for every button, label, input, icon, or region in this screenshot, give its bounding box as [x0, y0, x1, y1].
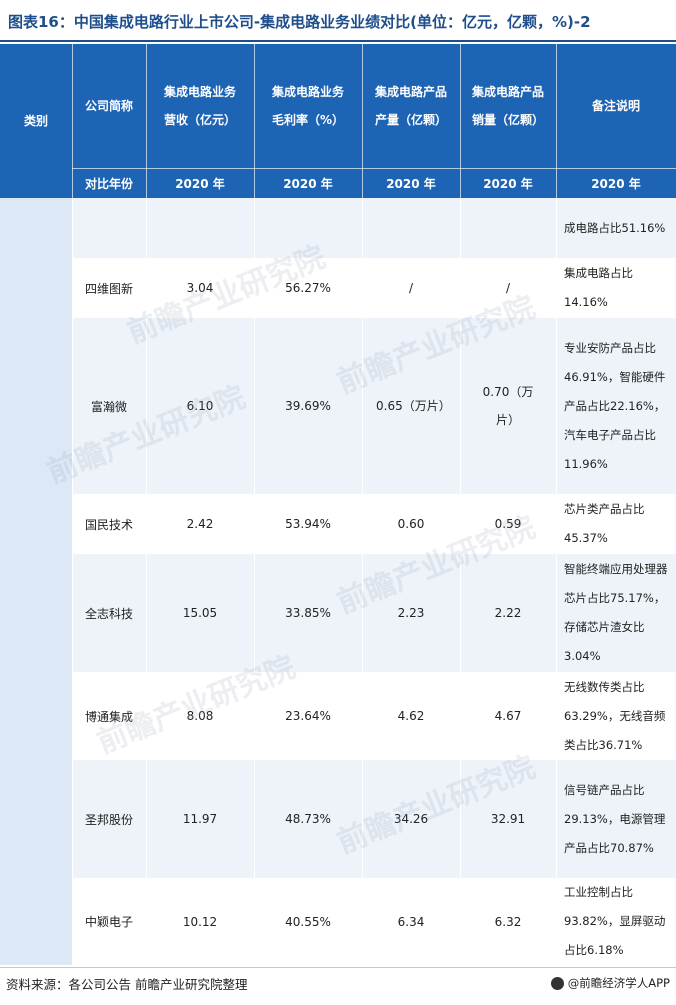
- note-cell: 集成电路占比14.16%: [564, 266, 633, 309]
- output-cell: 0.65（万片）: [376, 399, 451, 413]
- company-cell: 圣邦股份: [84, 812, 133, 827]
- note-cell: 无线数传类占比63.29%，无线音频类占比36.71%: [564, 679, 666, 752]
- header-sales: 集成电路产品销量（亿颗）: [471, 85, 544, 127]
- header-year-output: 2020 年: [386, 176, 436, 191]
- brand-text: @前瞻经济学人APP: [567, 976, 670, 990]
- sales-cell: 0.70（万片）: [482, 385, 534, 427]
- margin-cell: 23.64%: [285, 709, 331, 723]
- revenue-cell: 10.12: [182, 914, 218, 929]
- company-cell: 国民技术: [84, 517, 133, 532]
- revenue-cell: 3.04: [186, 281, 214, 295]
- header-subrow-divider: [72, 168, 676, 169]
- title-divider: [0, 40, 676, 42]
- company-cell: 全志科技: [84, 606, 133, 621]
- column-divider: [556, 198, 557, 965]
- table-row: 成电路占比51.16%: [72, 198, 676, 258]
- output-cell: 6.34: [397, 914, 425, 929]
- header-divider: [72, 44, 73, 198]
- sales-cell: 0.59: [494, 517, 522, 531]
- sales-cell: 6.32: [494, 914, 522, 929]
- header-revenue: 集成电路业务营收（亿元）: [163, 85, 236, 127]
- output-cell: 2.23: [397, 606, 425, 620]
- header-divider: [556, 44, 557, 198]
- output-cell: /: [408, 281, 414, 295]
- header-output: 集成电路产品产量（亿颗）: [374, 85, 447, 127]
- revenue-cell: 15.05: [182, 606, 218, 620]
- margin-cell: 33.85%: [285, 606, 331, 620]
- header-margin: 集成电路业务毛利率（%）: [271, 85, 345, 127]
- header-category: 类别: [23, 114, 48, 128]
- category-column: [0, 198, 72, 965]
- note-cell: 芯片类产品占比45.37%: [564, 502, 645, 545]
- table-row: 圣邦股份 11.97 48.73% 34.26 32.91 信号链产品占比29.…: [72, 760, 676, 878]
- footer-divider: [0, 967, 676, 968]
- margin-cell: 56.27%: [285, 281, 331, 295]
- sales-cell: /: [505, 281, 511, 295]
- output-cell: 4.62: [397, 709, 425, 723]
- output-cell: 34.26: [393, 812, 429, 826]
- output-cell: 0.60: [397, 517, 425, 531]
- note-cell: 成电路占比51.16%: [564, 220, 666, 235]
- margin-cell: [254, 198, 362, 258]
- sales-cell: 32.91: [490, 812, 526, 826]
- company-cell: 四维图新: [84, 281, 133, 296]
- table-row: 全志科技 15.05 33.85% 2.23 2.22 智能终端应用处理器芯片占…: [72, 554, 676, 672]
- header-compare-year: 对比年份: [84, 176, 133, 191]
- margin-cell: 39.69%: [285, 399, 331, 413]
- header-divider: [460, 44, 461, 198]
- revenue-cell: 11.97: [182, 812, 218, 826]
- company-cell: 富瀚微: [90, 399, 127, 414]
- sales-cell: 2.22: [494, 606, 522, 620]
- note-cell: 信号链产品占比29.13%，电源管理产品占比70.87%: [564, 782, 666, 855]
- source-note: 资料来源：各公司公告 前瞻产业研究院整理: [6, 977, 248, 992]
- column-divider: [460, 198, 461, 965]
- header-company: 公司简称: [84, 99, 133, 113]
- table-row: 四维图新 3.04 56.27% / / 集成电路占比14.16%: [72, 258, 676, 318]
- header-notes: 备注说明: [591, 99, 640, 113]
- column-divider: [362, 198, 363, 965]
- margin-cell: 40.55%: [285, 914, 331, 929]
- note-cell: 工业控制占比93.82%，显屏驱动占比6.18%: [564, 885, 666, 957]
- table-row: 中颖电子 10.12 40.55% 6.34 6.32 工业控制占比93.82%…: [72, 878, 676, 965]
- header-year-revenue: 2020 年: [175, 176, 225, 191]
- brand-label: @前瞻经济学人APP: [550, 975, 670, 991]
- sales-cell: [460, 198, 556, 258]
- company-cell: 中颖电子: [84, 915, 133, 929]
- chart-title: 图表16：中国集成电路行业上市公司-集成电路业务业绩对比(单位：亿元，亿颗，%)…: [8, 13, 591, 31]
- company-cell: 博通集成: [84, 709, 133, 724]
- revenue-cell: 8.08: [186, 709, 214, 723]
- table-row: 富瀚微 6.10 39.69% 0.65（万片） 0.70（万片） 专业安防产品…: [72, 318, 676, 494]
- header-year-margin: 2020 年: [283, 176, 333, 191]
- margin-cell: 48.73%: [285, 812, 331, 826]
- company-cell: [72, 198, 146, 258]
- header-year-sales: 2020 年: [483, 176, 533, 191]
- note-cell: 专业安防产品占比46.91%，智能硬件产品占比22.16%，汽车电子产品占比11…: [564, 340, 666, 471]
- brand-logo-icon: [550, 976, 564, 990]
- note-cell: 智能终端应用处理器芯片占比75.17%，存储芯片渣女比3.04%: [564, 562, 668, 663]
- column-divider: [254, 198, 255, 965]
- header-divider: [362, 44, 363, 198]
- column-divider: [146, 198, 147, 965]
- data-table: 类别 公司简称 集成电路业务营收（亿元） 集成电路业务毛利率（%） 集成电路产品…: [0, 44, 676, 965]
- table-row: 博通集成 8.08 23.64% 4.62 4.67 无线数传类占比63.29%…: [72, 672, 676, 760]
- table-row: 国民技术 2.42 53.94% 0.60 0.59 芯片类产品占比45.37%: [72, 494, 676, 554]
- revenue-cell: [146, 198, 254, 258]
- output-cell: [362, 198, 460, 258]
- header-year-notes: 2020 年: [591, 176, 641, 191]
- title-bar: 图表16：中国集成电路行业上市公司-集成电路业务业绩对比(单位：亿元，亿颗，%)…: [0, 0, 676, 44]
- revenue-cell: 6.10: [186, 399, 214, 413]
- revenue-cell: 2.42: [186, 517, 214, 531]
- column-divider: [72, 198, 73, 965]
- margin-cell: 53.94%: [285, 517, 331, 531]
- header-divider: [254, 44, 255, 198]
- header-divider: [146, 44, 147, 198]
- sales-cell: 4.67: [494, 709, 522, 723]
